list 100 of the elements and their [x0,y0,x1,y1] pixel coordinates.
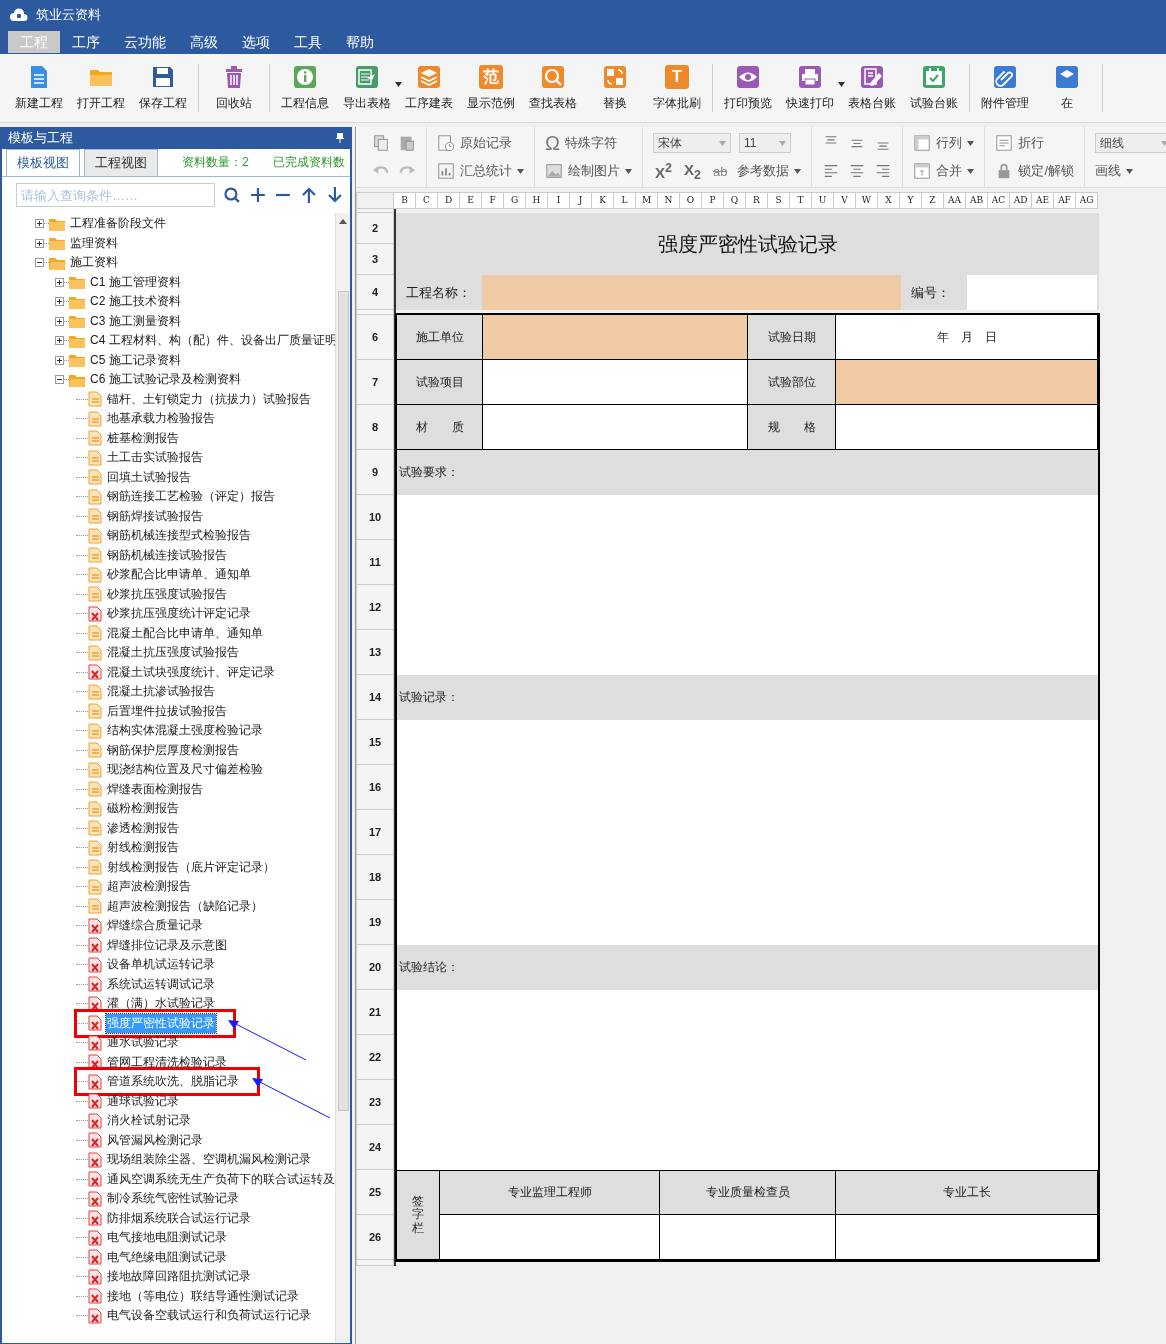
tree-item[interactable]: 后置埋件拉拔试验报告 [106,701,228,721]
tree-item[interactable]: 射线检测报告 [106,838,180,858]
toolbar-button[interactable]: 合并 [913,162,975,180]
tree-item[interactable]: 焊缝排位记录及示意图 [106,935,228,955]
tree-item[interactable]: C2 施工技术资料 [89,292,182,312]
tree-item[interactable]: 砂浆抗压强度统计评定记录 [106,604,252,624]
menu-item[interactable]: 帮助 [334,31,386,53]
signature-field[interactable] [836,1215,1098,1260]
tree-item[interactable]: 超声波检测报告 [106,877,192,897]
toolbar-button[interactable]: 参考数据 [737,162,802,180]
expand-icon[interactable] [35,238,44,248]
toolbar-button[interactable]: Ω 特殊字符 [545,131,617,155]
tree-item[interactable]: 砂浆配合比申请单、通知单 [106,565,252,585]
toolbar-button[interactable]: 保存工程 [132,64,194,112]
toolbar-button[interactable]: 附件管理 [974,64,1036,112]
tree-item[interactable]: 现场组装除尘器、空调机漏风检测记录 [106,1150,312,1170]
tab[interactable]: 工程视图 [84,149,158,176]
input-field[interactable] [836,360,1098,405]
input-field[interactable] [967,275,1097,310]
tree-item[interactable]: 焊缝表面检测报告 [106,779,204,799]
toolbar-button[interactable]: 范 显示范例 [460,64,522,112]
dropdown-field[interactable]: 细线 [1095,133,1166,153]
toolbar-button[interactable]: 查找表格 [522,64,584,112]
input-field[interactable] [483,360,748,405]
signature-field[interactable] [440,1215,660,1260]
menu-item[interactable]: 选项 [230,31,282,53]
input-field[interactable] [482,275,901,310]
expand-icon[interactable] [55,316,64,326]
tree-item[interactable]: 钢筋连接工艺检验（评定）报告 [106,487,276,507]
toolbar-button[interactable]: 回收站 [203,64,265,112]
tree-item[interactable]: 钢筋保护层厚度检测报告 [106,740,240,760]
input-field[interactable]: 年 月 日 [836,315,1098,360]
expand-icon[interactable] [35,219,44,229]
tree-item[interactable]: 混凝土配合比申请单、通知单 [106,623,264,643]
tree-item[interactable]: 混凝土抗压强度试验报告 [106,643,240,663]
tree-item[interactable]: 焊缝综合质量记录 [106,916,204,936]
menu-item[interactable]: 高级 [178,31,230,53]
tree-item[interactable]: 电气绝缘电阻测试记录 [106,1247,228,1267]
tree-item[interactable]: 通风空调系统无生产负荷下的联合试运转及 [106,1169,335,1189]
toolbar-button[interactable]: 导出表格 [336,64,398,112]
toolbar-button[interactable]: 在 [1036,64,1098,112]
record-icon[interactable] [437,134,455,152]
signature-field[interactable] [660,1215,836,1260]
toolbar-button[interactable]: 画线 [1095,162,1134,180]
dropdown-field[interactable]: 11 [739,133,791,153]
tree-item[interactable]: 施工资料 [69,253,119,273]
tree-item[interactable]: 砂浆抗压强度试验报告 [106,584,228,604]
tree-item[interactable]: 电气设备空载试运行和负荷试运行记录 [106,1306,312,1326]
copy-icon[interactable] [372,134,390,152]
tree-item[interactable]: 工程准备阶段文件 [69,214,167,234]
toolbar-button[interactable]: 行列 [913,134,975,152]
menu-item[interactable]: 云功能 [112,31,178,53]
tree-item[interactable]: 磁粉检测报告 [106,799,180,819]
toolbar-button[interactable]: 工序建表 [398,64,460,112]
toolbar-button[interactable]: 打印预览 [717,64,779,112]
tree-item[interactable]: 渗透检测报告 [106,818,180,838]
tree-item[interactable]: 设备单机试运转记录 [106,955,216,975]
tree-item[interactable]: 管道系统吹洗、脱脂记录 [106,1072,240,1092]
scrollbar[interactable] [335,213,350,1343]
scroll-up-icon[interactable] [339,219,347,224]
toolbar-button[interactable]: 试验台账 [903,64,965,112]
script-button[interactable]: X$^{2}$ [653,161,674,181]
tree-item[interactable]: 消火栓试射记录 [106,1111,192,1131]
expand-icon[interactable] [55,336,64,346]
tree-item[interactable]: 制冷系统气密性试验记录 [106,1189,240,1209]
plus-icon[interactable] [248,186,267,204]
chart-icon[interactable] [437,162,455,180]
toolbar-button[interactable]: 绘制图片 [545,162,632,180]
tree-item[interactable]: C3 施工测量资料 [89,311,182,331]
tree-item[interactable]: 结构实体混凝土强度检验记录 [106,721,264,741]
tree-item[interactable]: C6 施工试验记录及检测资料 [89,370,242,390]
tree-item[interactable]: C5 施工记录资料 [89,350,182,370]
tree-item[interactable]: 管网工程清洗检验记录 [106,1052,228,1072]
tree-item[interactable]: 钢筋机械连接型式检验报告 [106,526,252,546]
tree-item[interactable]: C1 施工管理资料 [89,272,182,292]
tree-item[interactable]: 通水试验记录 [106,1033,180,1053]
menu-item[interactable]: 工具 [282,31,334,53]
toolbar-button[interactable]: 表格台账 [841,64,903,112]
pin-icon[interactable] [336,133,344,143]
tree-item[interactable]: 电气接地电阻测试记录 [106,1228,228,1248]
tree-item[interactable]: 钢筋焊接试验报告 [106,506,204,526]
tree-item[interactable]: 土工击实试验报告 [106,448,204,468]
collapse-icon[interactable] [35,258,44,268]
toolbar-button[interactable]: 锁定/解锁 [995,162,1075,180]
tree-item[interactable]: 回填土试验报告 [106,467,192,487]
tree-item[interactable]: 钢筋机械连接试验报告 [106,545,228,565]
tree-item[interactable]: 混凝土试块强度统计、评定记录 [106,662,276,682]
toolbar-button[interactable]: 快速打印 [779,64,841,112]
expand-icon[interactable] [55,277,64,287]
tab[interactable]: 模板视图 [6,149,80,176]
search-field[interactable]: 请输入查询条件…… [16,183,215,207]
script-button[interactable]: X$_{2}$ [681,160,703,182]
tree-item[interactable]: 风管漏风检测记录 [106,1130,204,1150]
tree-item[interactable]: 锚杆、土钉锁定力（抗拔力）试验报告 [106,389,312,409]
dropdown-field[interactable]: 宋体 [653,133,731,153]
tree-item[interactable]: 混凝土抗渗试验报告 [106,682,216,702]
toolbar-button[interactable]: 原始记录 [437,134,512,152]
input-field[interactable] [836,405,1098,450]
search-icon[interactable] [222,186,241,204]
toolbar-button[interactable]: 新建工程 [8,64,70,112]
